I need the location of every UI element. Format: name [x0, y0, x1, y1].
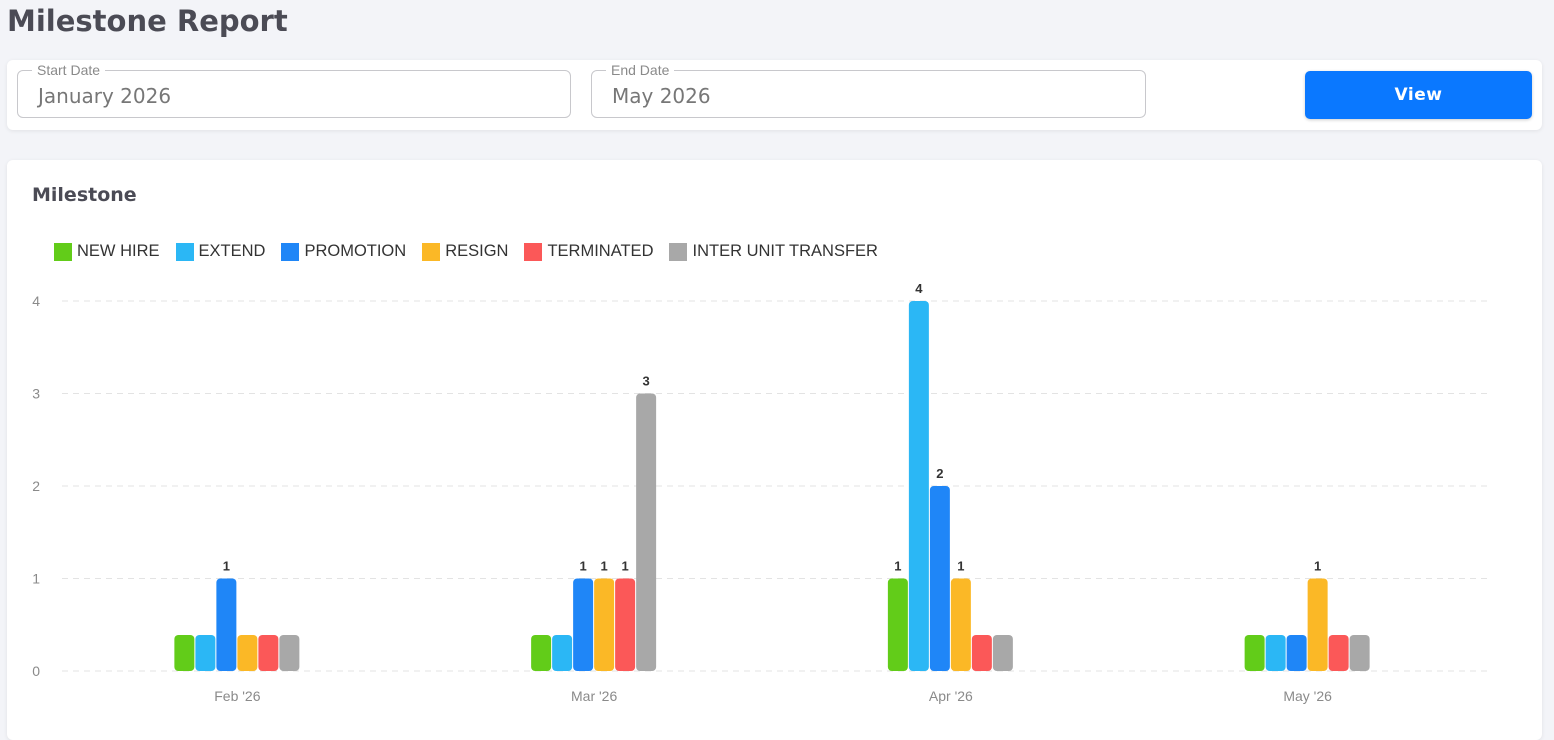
data-label: 4 — [915, 281, 923, 296]
data-label: 1 — [622, 559, 629, 574]
data-label: 1 — [601, 559, 608, 574]
data-label: 3 — [643, 374, 650, 389]
bar[interactable] — [1349, 635, 1370, 671]
x-tick-label: May '26 — [1283, 688, 1332, 704]
bar[interactable] — [950, 578, 971, 672]
milestone-chart: 012341Feb '261 1 13Mar '261421Apr '261May … — [32, 281, 1489, 704]
data-label: 1 — [894, 559, 901, 574]
bar[interactable] — [929, 486, 950, 671]
view-button[interactable]: View — [1305, 71, 1532, 119]
page-title: Milestone Report — [7, 4, 288, 38]
bar[interactable] — [195, 635, 216, 671]
chart-card: Milestone NEW HIRE EXTEND PROMOTION RESIGN T… — [7, 160, 1542, 740]
bar[interactable] — [531, 635, 552, 671]
x-tick-label: Mar '26 — [571, 688, 617, 704]
bar[interactable] — [908, 301, 929, 671]
bar[interactable] — [216, 578, 237, 672]
data-label: 2 — [936, 466, 943, 481]
bar[interactable] — [615, 578, 636, 672]
data-label: 1 — [580, 559, 587, 574]
end-date-field[interactable]: End Date May 2026 — [591, 62, 1146, 118]
bar[interactable] — [258, 635, 279, 671]
end-date-value: May 2026 — [612, 84, 711, 108]
start-date-field[interactable]: Start Date January 2026 — [17, 62, 571, 118]
bar[interactable] — [279, 635, 300, 671]
bar[interactable] — [971, 635, 992, 671]
data-label: 1 — [1314, 559, 1321, 574]
bar[interactable] — [1307, 578, 1328, 672]
start-date-value: January 2026 — [38, 84, 172, 108]
data-label: 1 — [223, 559, 230, 574]
y-tick-label: 2 — [32, 478, 40, 494]
bar[interactable] — [237, 635, 258, 671]
y-tick-label: 1 — [32, 571, 40, 587]
bar[interactable] — [573, 578, 594, 672]
bar[interactable] — [992, 635, 1013, 671]
bar[interactable] — [594, 578, 615, 672]
x-tick-label: Feb '26 — [214, 688, 260, 704]
bar[interactable] — [636, 393, 657, 672]
bar[interactable] — [1286, 635, 1307, 671]
x-tick-label: Apr '26 — [929, 688, 973, 704]
bar[interactable] — [1328, 635, 1349, 671]
bar[interactable] — [1265, 635, 1286, 671]
y-tick-label: 0 — [32, 663, 40, 679]
start-date-label: Start Date — [32, 62, 106, 78]
y-tick-label: 4 — [32, 293, 40, 309]
bar[interactable] — [1244, 635, 1265, 671]
bar[interactable] — [887, 578, 908, 672]
data-label: 1 — [957, 559, 964, 574]
y-tick-label: 3 — [32, 386, 40, 402]
end-date-label: End Date — [606, 62, 675, 78]
filter-card: Start Date January 2026 End Date May 202… — [7, 60, 1542, 130]
bar[interactable] — [174, 635, 195, 671]
bar[interactable] — [552, 635, 573, 671]
